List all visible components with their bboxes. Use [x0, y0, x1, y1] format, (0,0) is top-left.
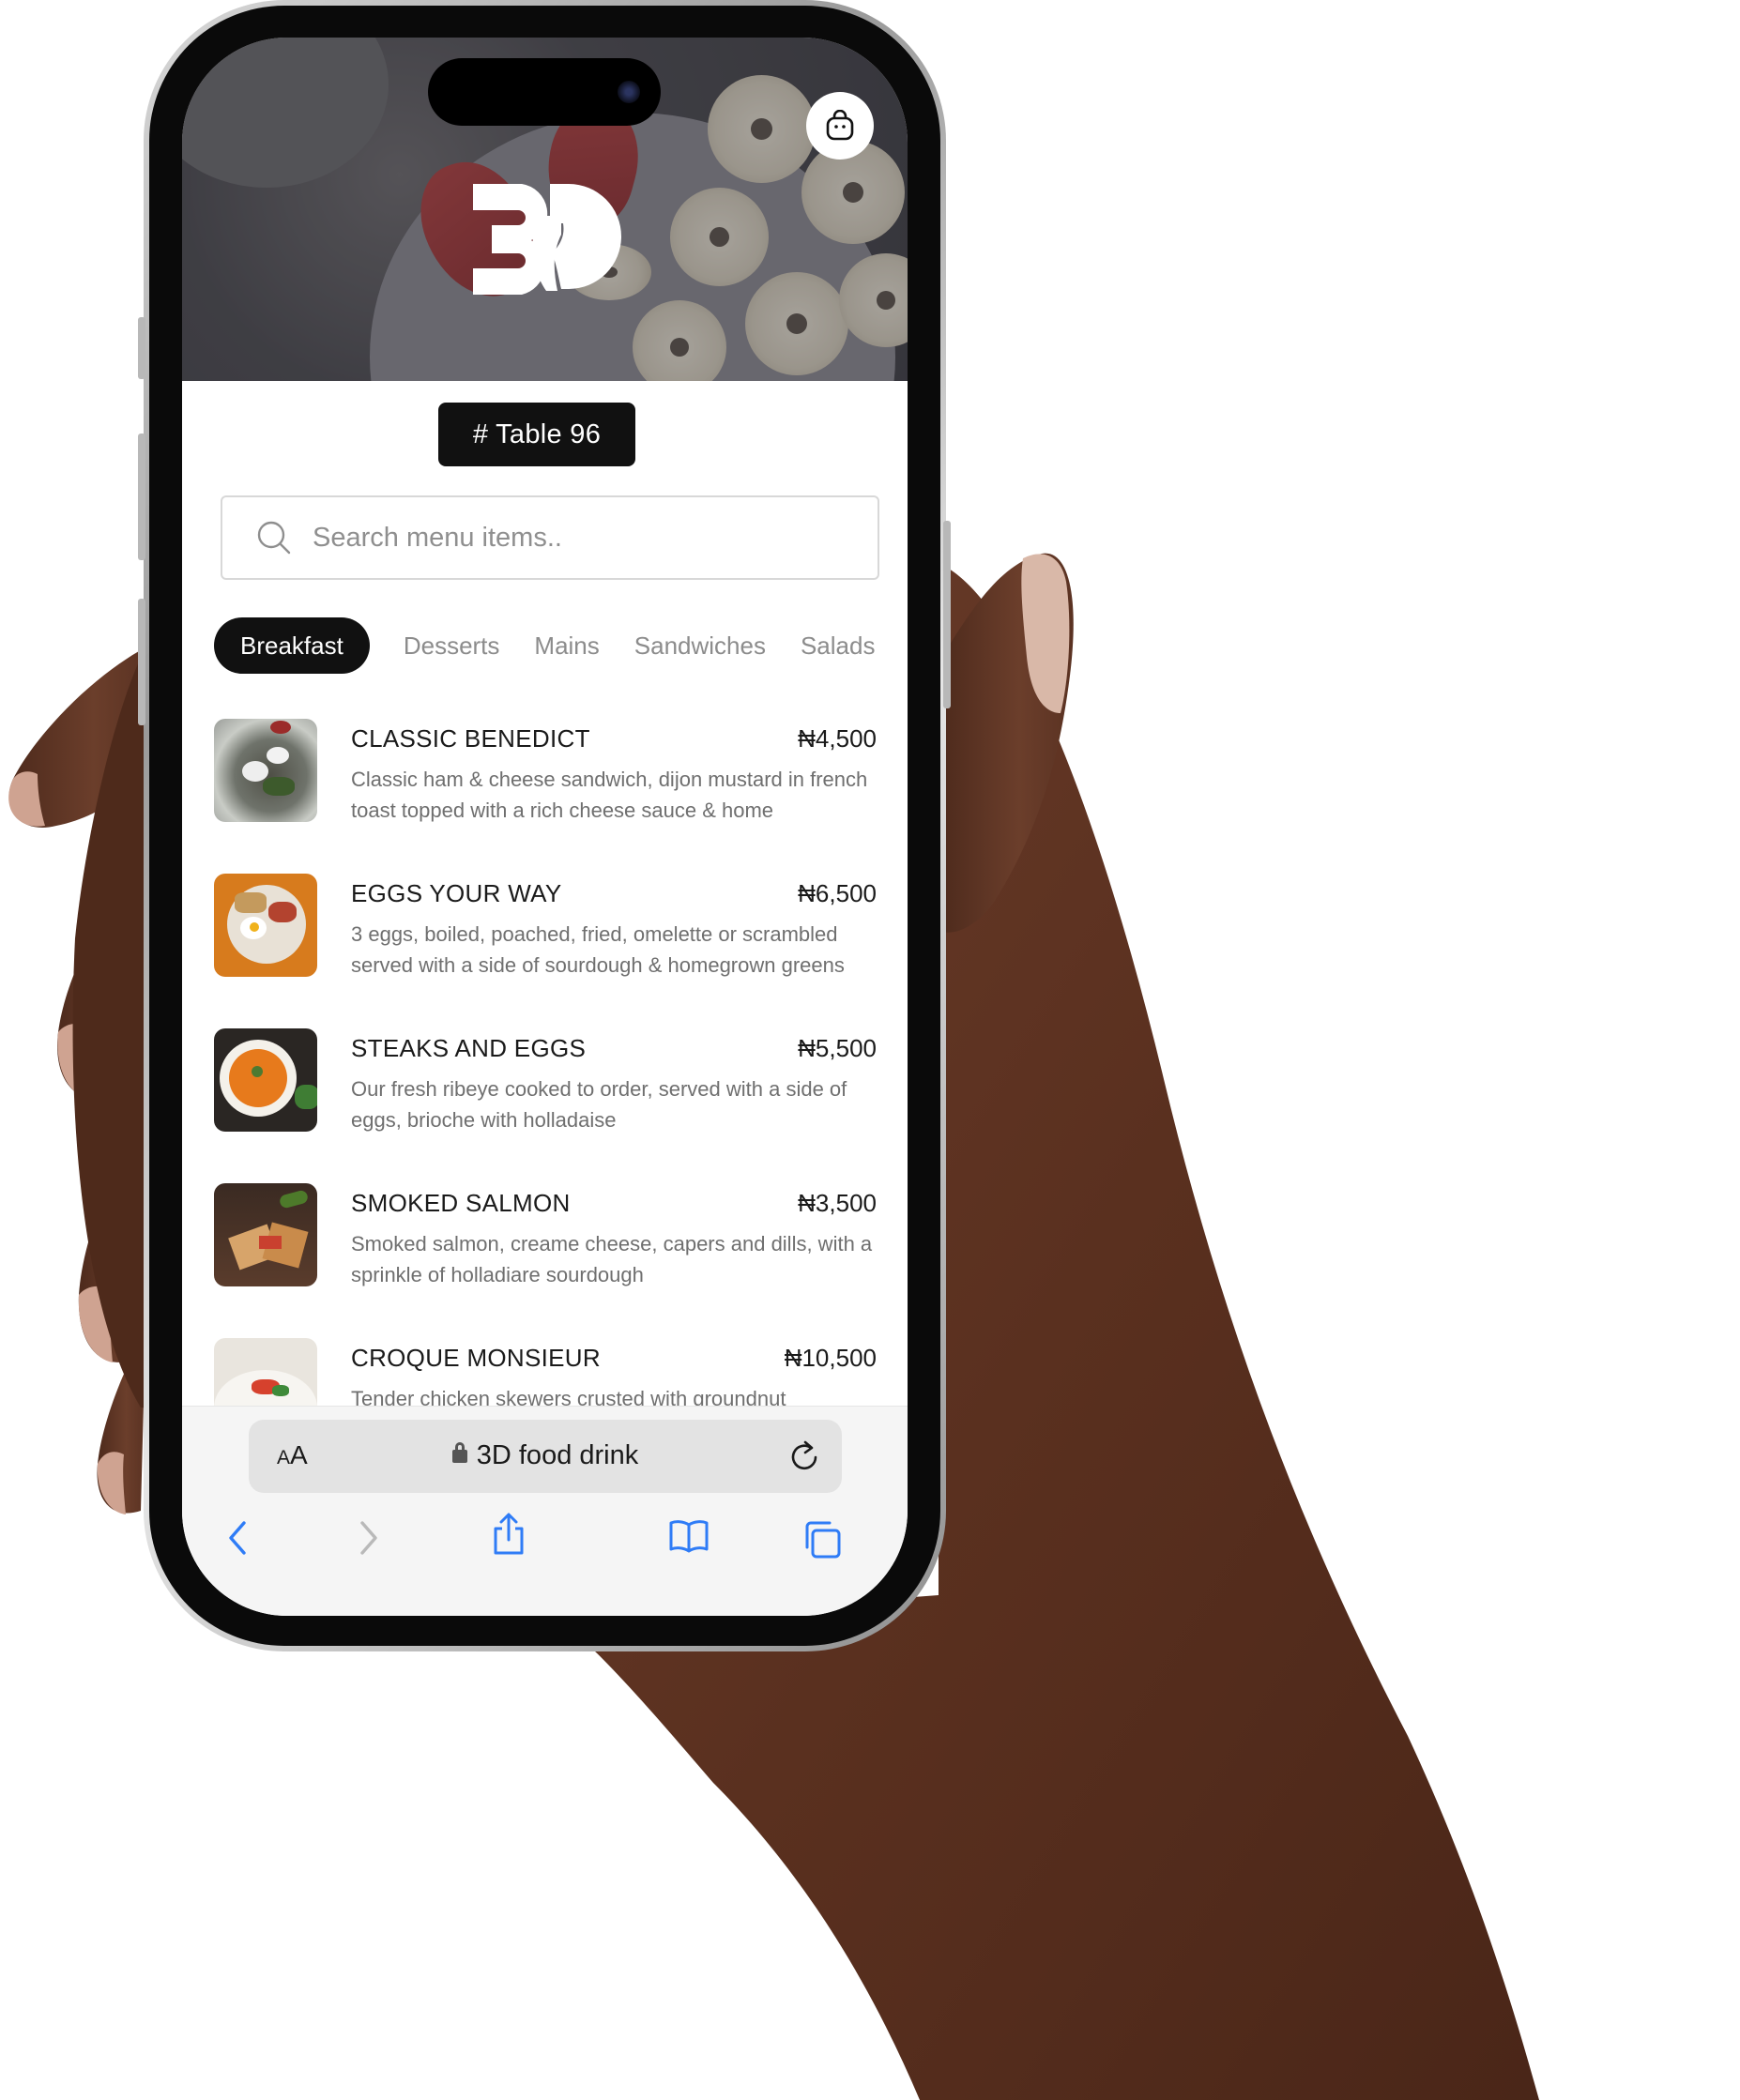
menu-item-description: Classic ham & cheese sandwich, dijon mus… — [351, 768, 868, 822]
back-icon — [229, 1521, 246, 1555]
volume-down-button — [138, 599, 145, 725]
stage: # Table 96 Search menu items.. Breakfast… — [0, 0, 1740, 2100]
tabs-icon — [805, 1521, 841, 1559]
power-button — [943, 521, 951, 708]
cart-button[interactable] — [806, 92, 874, 160]
tabs-button[interactable] — [801, 1519, 843, 1565]
share-button[interactable] — [490, 1512, 527, 1561]
lock-icon — [451, 1442, 467, 1463]
menu-item-name: CLASSIC BENEDICT — [351, 724, 590, 753]
url-text: 3D food drink — [476, 1440, 639, 1470]
url-display: 3D food drink — [249, 1440, 842, 1471]
forward-button[interactable] — [357, 1519, 381, 1561]
menu-item-name: SMOKED SALMON — [351, 1189, 571, 1217]
menu-item[interactable]: SMOKED SALMON ₦3,500 Smoked salmon, crea… — [214, 1183, 877, 1338]
camera-icon — [618, 81, 640, 103]
action-button — [138, 317, 145, 379]
menu-item-image — [214, 1028, 317, 1132]
menu-item-image — [214, 719, 317, 822]
menu-item-description: Our fresh ribeye cooked to order, served… — [351, 1077, 847, 1132]
table-badge: # Table 96 — [438, 403, 635, 466]
phone-frame: # Table 96 Search menu items.. Breakfast… — [144, 0, 946, 1651]
dynamic-island — [428, 58, 661, 126]
menu-item-price: ₦5,500 — [798, 1034, 877, 1062]
menu-item-name: STEAKS AND EGGS — [351, 1034, 587, 1062]
menu-item-price: ₦6,500 — [798, 879, 877, 907]
menu-item-name: CROQUE MONSIEUR — [351, 1344, 601, 1372]
menu-item-description: Smoked salmon, creame cheese, capers and… — [351, 1232, 873, 1286]
menu-item-price: ₦10,500 — [784, 1344, 877, 1372]
menu-item-description: 3 eggs, boiled, poached, fried, omelette… — [351, 922, 845, 977]
address-bar[interactable]: AA 3D food drink — [249, 1420, 842, 1493]
browser-nav — [182, 1513, 908, 1575]
shopping-bag-icon — [826, 110, 854, 141]
menu-item-name: EGGS YOUR WAY — [351, 879, 562, 907]
tab-breakfast[interactable]: Breakfast — [214, 617, 370, 674]
menu-item-price: ₦3,500 — [798, 1189, 877, 1217]
search-icon — [257, 521, 291, 555]
menu-list: CLASSIC BENEDICT ₦4,500 Classic ham & ch… — [214, 719, 877, 1493]
reload-icon[interactable] — [789, 1438, 821, 1474]
tab-desserts[interactable]: Desserts — [404, 632, 500, 661]
tab-salads[interactable]: Salads — [801, 632, 876, 661]
brand-logo — [473, 184, 621, 295]
browser-toolbar: AA 3D food drink — [182, 1406, 908, 1616]
menu-item-image — [214, 874, 317, 977]
share-icon — [494, 1513, 524, 1555]
bookmarks-button[interactable] — [668, 1519, 710, 1558]
forward-icon — [360, 1521, 377, 1555]
phone-bezel: # Table 96 Search menu items.. Breakfast… — [149, 6, 940, 1646]
category-tabs: Breakfast Desserts Mains Sandwiches Sala… — [214, 617, 908, 674]
menu-item-image — [214, 1183, 317, 1286]
menu-item-price: ₦4,500 — [798, 724, 877, 753]
search-input[interactable]: Search menu items.. — [221, 495, 879, 580]
tab-mains[interactable]: Mains — [534, 632, 599, 661]
back-button[interactable] — [225, 1519, 250, 1561]
menu-item[interactable]: STEAKS AND EGGS ₦5,500 Our fresh ribeye … — [214, 1028, 877, 1183]
volume-up-button — [138, 434, 145, 560]
bookmarks-icon — [669, 1520, 709, 1553]
phone-screen: # Table 96 Search menu items.. Breakfast… — [182, 38, 908, 1616]
tab-sandwiches[interactable]: Sandwiches — [634, 632, 766, 661]
menu-item[interactable]: CLASSIC BENEDICT ₦4,500 Classic ham & ch… — [214, 719, 877, 874]
search-placeholder: Search menu items.. — [313, 522, 562, 553]
menu-item[interactable]: EGGS YOUR WAY ₦6,500 3 eggs, boiled, poa… — [214, 874, 877, 1028]
